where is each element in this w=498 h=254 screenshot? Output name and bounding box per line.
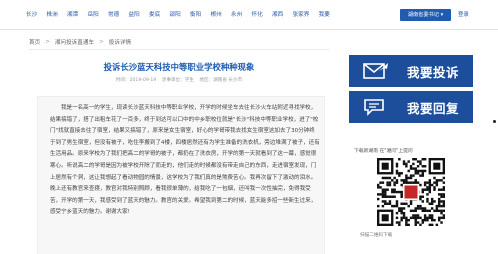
login-link[interactable]: 登录 [458, 10, 469, 18]
city-link[interactable]: 湘潭 [67, 10, 78, 18]
reply-label: 我要回复 [407, 101, 460, 116]
breadcrumb-separator: > [45, 39, 50, 45]
city-link[interactable]: 益阳 [129, 10, 140, 18]
meta-time: 时间：2019-09-19 [115, 78, 157, 83]
download-qr-code [377, 158, 446, 227]
top-nav: 长沙 株洲 湘潭 岳阳 常德 益阳 娄底 邵阳 衡阳 郴州 永州 怀化 湘西 张家界 我要 湖南省委书记 ▾… [0, 0, 498, 30]
meta-unit: 涉事单位：学生 [161, 78, 194, 83]
city-link[interactable]: 娄底 [149, 10, 160, 18]
city-link[interactable]: 常德 [108, 10, 119, 18]
breadcrumb: 首页 > 湘问投诉直通车 > 投诉详情 [29, 38, 131, 46]
city-link[interactable]: 我要 [319, 10, 330, 18]
city-link[interactable]: 湘西 [272, 10, 283, 18]
qr-subcaption: 扫描二维码下载 [360, 233, 393, 238]
complaint-article: 投诉长沙蓝天科技中等职业学校种种现象 时间：2019-09-19 涉事单位：学生… [29, 49, 329, 254]
article-body-box: 我是一名高一的学生，现读长沙蓝天科技中等职业学校，开学的时候坐车去往长沙火车站附… [37, 96, 325, 254]
chat-bubble-icon [363, 97, 389, 117]
city-link[interactable]: 岳阳 [88, 10, 99, 18]
scroll-marker [493, 120, 496, 123]
complain-label: 我要投诉 [407, 65, 460, 80]
complain-button[interactable]: 我要投诉 [349, 55, 473, 87]
meta-region: 地区：湖南省 长沙市 [199, 78, 243, 83]
reply-button[interactable]: 我要回复 [349, 91, 473, 123]
city-list: 长沙 株洲 湘潭 岳阳 常德 益阳 娄底 邵阳 衡阳 郴州 永州 怀化 湘西 张家界 我要 [26, 10, 339, 18]
breadcrumb-current: 投诉详情 [108, 40, 132, 46]
breadcrumb-channel[interactable]: 湘问投诉直通车 [55, 38, 94, 46]
city-link[interactable]: 长沙 [26, 10, 37, 18]
city-link[interactable]: 永州 [231, 10, 242, 18]
article-title: 投诉长沙蓝天科技中等职业学校种种现象 [103, 62, 255, 72]
envelope-icon [363, 61, 389, 81]
city-link[interactable]: 邵阳 [170, 10, 181, 18]
city-link[interactable]: 郴州 [211, 10, 222, 18]
city-link[interactable]: 怀化 [252, 10, 263, 18]
article-meta: 时间：2019-09-19 涉事单位：学生 地区：湖南省 长沙市 [29, 77, 329, 83]
dept-select-button[interactable]: 湖南省委书记 ▾ [400, 9, 451, 21]
article-body: 我是一名高一的学生，现读长沙蓝天科技中等职业学校，开学的时候坐车去往长沙火车站附… [50, 105, 320, 216]
city-link[interactable]: 张家界 [293, 10, 310, 18]
breadcrumb-separator: > [99, 39, 104, 45]
breadcrumb-home[interactable]: 首页 [29, 38, 40, 46]
qr-caption: 下载新湖南 在"湘问"上提问 [354, 149, 413, 154]
city-link[interactable]: 株洲 [47, 10, 58, 18]
city-link[interactable]: 衡阳 [190, 10, 201, 18]
